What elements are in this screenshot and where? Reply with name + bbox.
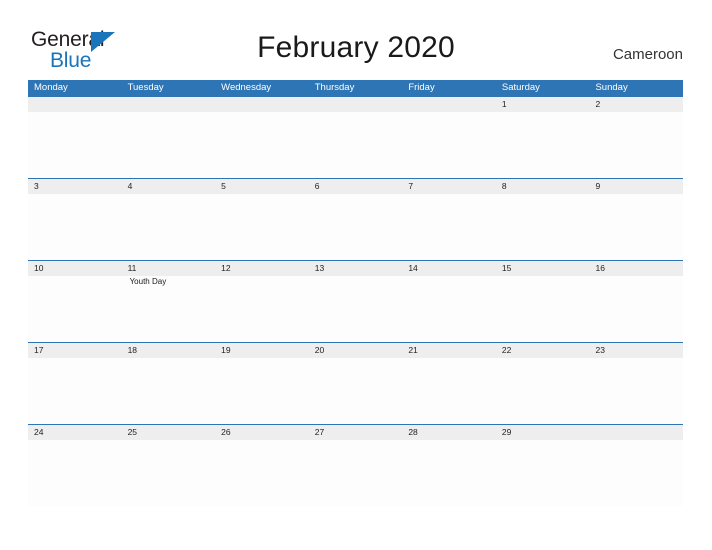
day-cell[interactable] <box>496 112 590 178</box>
page-title: February 2020 <box>257 31 455 64</box>
weekday-header-saturday: Saturday <box>501 82 540 93</box>
day-cell[interactable] <box>589 440 683 506</box>
day-number[interactable] <box>122 97 216 112</box>
day-number[interactable]: 1 <box>496 97 590 112</box>
day-event-label: Youth Day <box>129 277 167 286</box>
day-cell[interactable] <box>215 440 309 506</box>
day-number[interactable]: 17 <box>28 343 122 358</box>
day-cell[interactable] <box>28 276 122 342</box>
locale-label: Cameroon <box>612 46 683 63</box>
day-number[interactable]: 21 <box>402 343 496 358</box>
day-cell[interactable] <box>309 440 403 506</box>
day-cell[interactable] <box>215 194 309 260</box>
calendar-week-row: 3 4 5 6 7 8 9 <box>28 178 683 260</box>
day-number[interactable]: 29 <box>496 425 590 440</box>
weekday-header-row: Monday Tuesday Wednesday Thursday Friday… <box>28 80 683 96</box>
day-cell[interactable] <box>309 358 403 424</box>
week-event-band <box>28 358 683 424</box>
day-number[interactable]: 23 <box>589 343 683 358</box>
day-cell[interactable] <box>122 358 216 424</box>
calendar-week-row: 24 25 26 27 28 29 <box>28 424 683 506</box>
day-number[interactable]: 27 <box>309 425 403 440</box>
day-number[interactable]: 26 <box>215 425 309 440</box>
day-cell[interactable] <box>215 112 309 178</box>
day-number[interactable]: 13 <box>309 261 403 276</box>
day-number[interactable]: 10 <box>28 261 122 276</box>
day-number[interactable]: 9 <box>589 179 683 194</box>
week-event-band <box>28 112 683 178</box>
week-event-band <box>28 194 683 260</box>
day-number[interactable]: 18 <box>122 343 216 358</box>
day-number[interactable] <box>589 425 683 440</box>
day-cell[interactable] <box>215 276 309 342</box>
day-cell[interactable] <box>215 358 309 424</box>
day-cell[interactable] <box>402 194 496 260</box>
week-date-band: 3 4 5 6 7 8 9 <box>28 178 683 194</box>
day-cell[interactable] <box>28 440 122 506</box>
day-cell[interactable] <box>28 358 122 424</box>
day-number[interactable]: 15 <box>496 261 590 276</box>
day-number[interactable]: 6 <box>309 179 403 194</box>
weekday-header-wednesday: Wednesday <box>221 82 272 93</box>
day-cell[interactable] <box>589 276 683 342</box>
day-cell[interactable] <box>28 194 122 260</box>
day-cell[interactable] <box>589 194 683 260</box>
day-number[interactable]: 19 <box>215 343 309 358</box>
week-date-band: 10 11 12 13 14 15 16 <box>28 260 683 276</box>
calendar-week-row: 10 11 12 13 14 15 16 Youth Day <box>28 260 683 342</box>
calendar-week-row: 17 18 19 20 21 22 23 <box>28 342 683 424</box>
day-number[interactable]: 2 <box>589 97 683 112</box>
week-date-band: 17 18 19 20 21 22 23 <box>28 342 683 358</box>
day-number[interactable]: 16 <box>589 261 683 276</box>
day-number[interactable]: 14 <box>402 261 496 276</box>
day-cell[interactable] <box>589 112 683 178</box>
day-cell[interactable] <box>402 358 496 424</box>
day-number[interactable]: 5 <box>215 179 309 194</box>
day-cell[interactable] <box>589 358 683 424</box>
calendar-grid: Monday Tuesday Wednesday Thursday Friday… <box>28 80 683 506</box>
day-cell[interactable] <box>402 276 496 342</box>
weekday-header-tuesday: Tuesday <box>127 82 164 93</box>
day-cell[interactable] <box>402 440 496 506</box>
calendar-page: General Blue February 2020 Cameroon Mond… <box>0 0 712 550</box>
calendar-week-row: 1 2 <box>28 96 683 178</box>
day-number[interactable]: 8 <box>496 179 590 194</box>
week-event-band <box>28 440 683 506</box>
weekday-header-monday: Monday <box>34 82 68 93</box>
week-date-band: 24 25 26 27 28 29 <box>28 424 683 440</box>
day-cell[interactable] <box>496 276 590 342</box>
day-number[interactable] <box>402 97 496 112</box>
day-number[interactable]: 3 <box>28 179 122 194</box>
day-number[interactable]: 28 <box>402 425 496 440</box>
day-number[interactable]: 24 <box>28 425 122 440</box>
day-cell[interactable] <box>496 358 590 424</box>
page-header: General Blue February 2020 Cameroon <box>0 0 712 78</box>
day-cell[interactable] <box>309 276 403 342</box>
day-number[interactable]: 7 <box>402 179 496 194</box>
day-number[interactable] <box>309 97 403 112</box>
day-cell[interactable] <box>309 112 403 178</box>
day-number[interactable]: 22 <box>496 343 590 358</box>
day-number[interactable]: 25 <box>122 425 216 440</box>
day-number[interactable] <box>28 97 122 112</box>
weekday-header-thursday: Thursday <box>314 82 355 93</box>
day-number[interactable]: 12 <box>215 261 309 276</box>
day-cell[interactable] <box>28 112 122 178</box>
week-event-band: Youth Day <box>28 276 683 342</box>
day-cell[interactable]: Youth Day <box>122 276 216 342</box>
day-cell[interactable] <box>122 112 216 178</box>
day-cell[interactable] <box>309 194 403 260</box>
day-number[interactable]: 20 <box>309 343 403 358</box>
day-cell[interactable] <box>496 440 590 506</box>
day-number[interactable]: 4 <box>122 179 216 194</box>
day-cell[interactable] <box>122 440 216 506</box>
day-number[interactable] <box>215 97 309 112</box>
weekday-header-sunday: Sunday <box>595 82 628 93</box>
day-cell[interactable] <box>496 194 590 260</box>
day-cell[interactable] <box>402 112 496 178</box>
weekday-header-friday: Friday <box>408 82 435 93</box>
day-number[interactable]: 11 <box>122 261 216 276</box>
day-cell[interactable] <box>122 194 216 260</box>
week-date-band: 1 2 <box>28 96 683 112</box>
